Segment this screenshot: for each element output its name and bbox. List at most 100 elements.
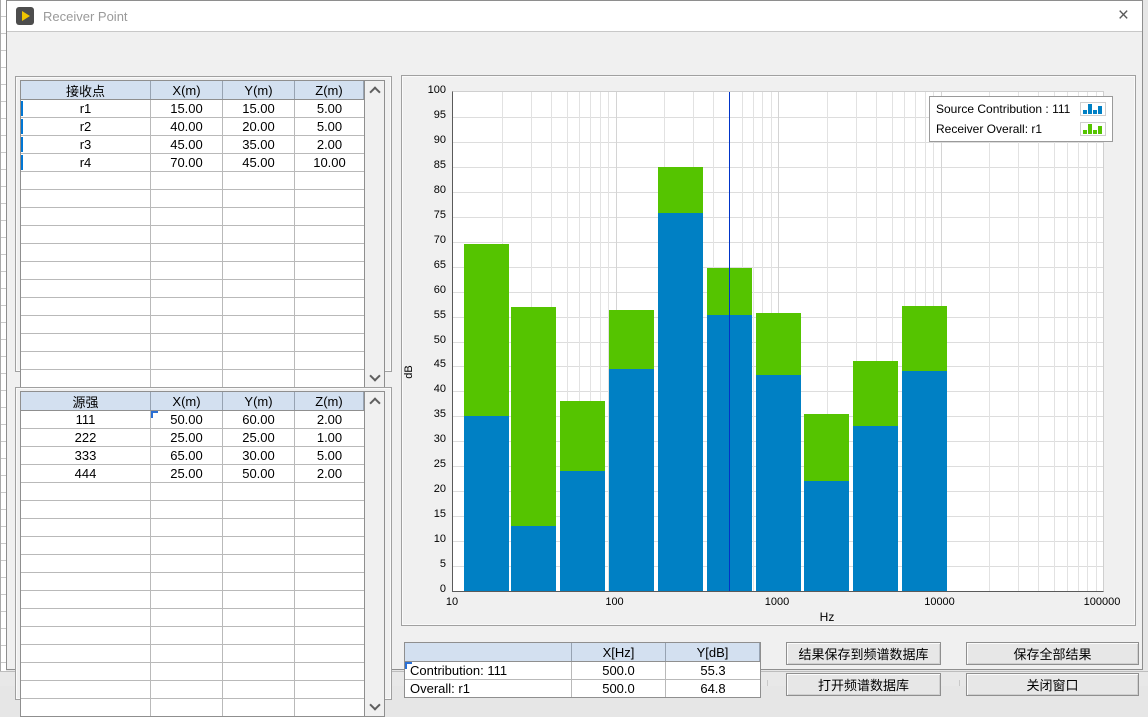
table-cell[interactable] <box>151 537 223 554</box>
table-cell[interactable]: 15.00 <box>151 100 223 117</box>
table-cell[interactable]: 5.00 <box>295 118 364 135</box>
table-cell[interactable] <box>295 627 364 644</box>
table-cell[interactable] <box>151 280 223 297</box>
table-cell[interactable] <box>223 298 295 315</box>
table-cell[interactable] <box>223 483 295 500</box>
table-cell[interactable] <box>151 352 223 369</box>
table-cell[interactable] <box>223 609 295 626</box>
table-cell[interactable] <box>295 609 364 626</box>
table-cell[interactable] <box>223 537 295 554</box>
table-cell[interactable] <box>151 645 223 662</box>
table-cell[interactable] <box>223 627 295 644</box>
table-cell[interactable] <box>295 190 364 207</box>
table-cell[interactable] <box>21 681 151 698</box>
table-cell[interactable] <box>223 334 295 351</box>
table-cell[interactable] <box>151 334 223 351</box>
table-cell[interactable] <box>223 699 295 716</box>
table-cell[interactable]: 5.00 <box>295 447 364 464</box>
table-cell[interactable] <box>21 298 151 315</box>
table-cell[interactable] <box>21 663 151 680</box>
table-cell[interactable] <box>151 370 223 387</box>
table-cell[interactable] <box>223 352 295 369</box>
table-cell[interactable]: 444 <box>21 465 151 482</box>
table-cell[interactable]: 15.00 <box>223 100 295 117</box>
table-cell[interactable]: 222 <box>21 429 151 446</box>
table-cell[interactable] <box>151 190 223 207</box>
table-cell[interactable] <box>151 226 223 243</box>
table-cell[interactable]: 25.00 <box>223 429 295 446</box>
save-all-results-button[interactable]: 保存全部结果 <box>966 642 1139 665</box>
table-cell[interactable] <box>21 370 151 387</box>
table-cell[interactable]: 25.00 <box>151 465 223 482</box>
table-cell[interactable] <box>21 609 151 626</box>
table-cell[interactable]: 45.00 <box>223 154 295 171</box>
table-cell[interactable] <box>21 627 151 644</box>
table-cell[interactable] <box>21 172 151 189</box>
table-cell[interactable] <box>151 316 223 333</box>
table-cell[interactable]: r3 <box>21 136 151 153</box>
table-cell[interactable] <box>295 573 364 590</box>
table-cell[interactable] <box>21 226 151 243</box>
table-cell[interactable]: 45.00 <box>151 136 223 153</box>
table-cell[interactable] <box>21 645 151 662</box>
close-icon[interactable]: × <box>1118 5 1129 27</box>
table-cell[interactable] <box>151 172 223 189</box>
table-cell[interactable] <box>295 699 364 716</box>
scroll-down-icon[interactable] <box>369 699 380 710</box>
scroll-up-icon[interactable] <box>369 397 380 408</box>
table-cell[interactable] <box>295 370 364 387</box>
table-cell[interactable] <box>223 591 295 608</box>
table-cell[interactable] <box>223 226 295 243</box>
table-cell[interactable] <box>21 262 151 279</box>
table-cell[interactable] <box>223 663 295 680</box>
table-cell[interactable]: 2.00 <box>295 136 364 153</box>
table-cell[interactable] <box>295 334 364 351</box>
table-cell[interactable] <box>295 208 364 225</box>
table-cell[interactable] <box>151 519 223 536</box>
table-cell[interactable] <box>151 501 223 518</box>
table-cell[interactable]: 1.00 <box>295 429 364 446</box>
table-cell[interactable] <box>21 280 151 297</box>
table-cell[interactable]: 2.00 <box>295 465 364 482</box>
table-cell[interactable] <box>295 172 364 189</box>
table-cell[interactable] <box>21 519 151 536</box>
table-cell[interactable] <box>223 262 295 279</box>
table-cell[interactable]: 5.00 <box>295 100 364 117</box>
table-cell[interactable]: r2 <box>21 118 151 135</box>
table-cell[interactable]: 20.00 <box>223 118 295 135</box>
table-cell[interactable] <box>223 316 295 333</box>
table-cell[interactable] <box>223 573 295 590</box>
table-cell[interactable] <box>21 483 151 500</box>
table-cell[interactable] <box>151 591 223 608</box>
source-table-scrollbar[interactable] <box>365 391 385 717</box>
title-bar[interactable]: Receiver Point × <box>7 1 1142 31</box>
table-cell[interactable] <box>21 190 151 207</box>
table-cell[interactable] <box>295 280 364 297</box>
table-cell[interactable] <box>21 555 151 572</box>
table-cell[interactable] <box>151 298 223 315</box>
table-cell[interactable]: 35.00 <box>223 136 295 153</box>
table-cell[interactable]: 111 <box>21 411 151 428</box>
table-cell[interactable]: r4 <box>21 154 151 171</box>
table-cell[interactable] <box>295 519 364 536</box>
save-results-to-spectrum-db-button[interactable]: 结果保存到频谱数据库 <box>786 642 941 665</box>
table-cell[interactable] <box>295 591 364 608</box>
table-cell[interactable] <box>295 663 364 680</box>
table-cell[interactable] <box>151 609 223 626</box>
table-cell[interactable] <box>151 663 223 680</box>
table-cell[interactable]: r1 <box>21 100 151 117</box>
spectrum-plot-area[interactable] <box>452 91 1104 592</box>
table-cell[interactable] <box>295 298 364 315</box>
table-cell[interactable] <box>223 681 295 698</box>
table-cell[interactable] <box>21 208 151 225</box>
table-cell[interactable]: 333 <box>21 447 151 464</box>
table-cell[interactable]: 10.00 <box>295 154 364 171</box>
table-cell[interactable] <box>295 537 364 554</box>
table-cell[interactable]: 40.00 <box>151 118 223 135</box>
table-cell[interactable] <box>223 208 295 225</box>
table-cell[interactable] <box>21 316 151 333</box>
table-cell[interactable] <box>223 645 295 662</box>
table-cell[interactable] <box>223 190 295 207</box>
table-cell[interactable]: 60.00 <box>223 411 295 428</box>
table-cell[interactable]: 65.00 <box>151 447 223 464</box>
